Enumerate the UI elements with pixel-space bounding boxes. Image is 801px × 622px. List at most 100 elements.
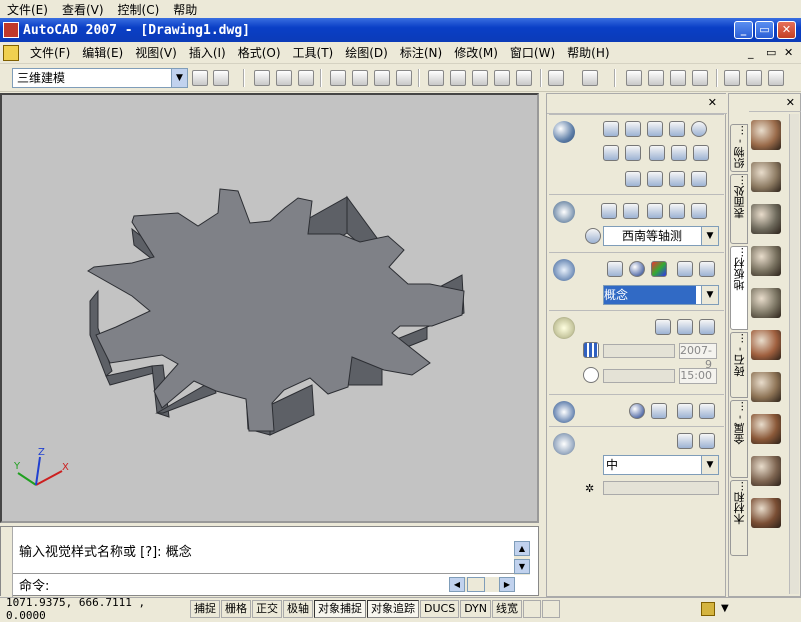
camera-icon[interactable] <box>669 203 685 219</box>
tab-woods[interactable]: 木材和... <box>730 480 748 556</box>
wireframe-2d-icon[interactable] <box>607 261 623 277</box>
menu-item-modify[interactable]: 修改(M) <box>448 44 504 61</box>
zoom-window-icon[interactable] <box>670 70 686 86</box>
command-horizontal-scrollbar[interactable]: ◀ ▶ <box>449 577 515 592</box>
otrack-toggle[interactable]: 对象追踪 <box>367 599 419 618</box>
conceptual-icon[interactable] <box>651 261 667 277</box>
osnap-toggle[interactable]: 对象捕捉 <box>314 599 366 618</box>
doc-restore-icon[interactable]: ▭ <box>766 46 776 59</box>
match-properties-icon[interactable] <box>494 70 510 86</box>
sweep-icon[interactable] <box>693 145 709 161</box>
palette-header[interactable]: ✕ <box>749 94 801 112</box>
materials-window-icon[interactable] <box>677 403 693 419</box>
scroll-right-icon[interactable]: ▶ <box>499 577 515 592</box>
chevron-down-icon[interactable]: ▼ <box>701 286 718 304</box>
tab-masonry[interactable]: 砖石 - ... <box>730 332 748 398</box>
layout-icon[interactable] <box>542 599 561 618</box>
box-icon[interactable] <box>603 121 619 137</box>
menu-item-insert[interactable]: 插入(I) <box>183 44 232 61</box>
date-value[interactable]: 2007-9 <box>679 343 717 371</box>
palette-scrollbar[interactable] <box>789 114 799 594</box>
minimize-button[interactable]: _ <box>734 21 753 39</box>
chevron-down-icon[interactable]: ▼ <box>701 456 718 474</box>
menu-file[interactable]: 文件(E) <box>0 1 55 18</box>
3d-rotate-icon[interactable] <box>625 145 641 161</box>
undo-icon[interactable] <box>548 70 564 86</box>
material-swatch[interactable] <box>751 330 781 360</box>
union-icon[interactable] <box>647 171 663 187</box>
ducs-toggle[interactable]: DUCS <box>420 599 460 618</box>
menu-view[interactable]: 查看(V) <box>55 1 111 18</box>
lineweight-toggle[interactable]: 线宽 <box>492 599 523 618</box>
cylinder-icon[interactable] <box>625 121 641 137</box>
menu-item-format[interactable]: 格式(O) <box>232 44 287 61</box>
new-file-icon[interactable] <box>254 70 270 86</box>
3d-move-icon[interactable] <box>603 145 619 161</box>
subtract-icon[interactable] <box>669 171 685 187</box>
model-space-icon[interactable] <box>523 599 542 618</box>
tab-flooring[interactable]: 地板材... <box>730 246 748 330</box>
cut-icon[interactable] <box>428 70 444 86</box>
publish-web-icon[interactable] <box>396 70 412 86</box>
tab-fabric[interactable]: 织物 - ... <box>730 124 748 172</box>
sun-properties-icon[interactable] <box>699 319 715 335</box>
tab-metals[interactable]: 金属 - ... <box>730 400 748 478</box>
doc-close-icon[interactable]: ✕ <box>784 46 793 59</box>
polar-toggle[interactable]: 极轴 <box>283 599 313 618</box>
menu-item-view[interactable]: 视图(V) <box>129 44 183 61</box>
render-slider[interactable] <box>603 481 719 495</box>
workspace-select[interactable]: 三维建模 ▼ <box>12 68 188 88</box>
block-editor-icon[interactable] <box>516 70 532 86</box>
light-icon[interactable] <box>553 317 575 339</box>
menu-item-tools[interactable]: 工具(T) <box>287 44 340 61</box>
status-menu-arrow-icon[interactable]: ▼ <box>721 603 729 614</box>
visual-style-select[interactable]: 概念 ▼ <box>603 285 719 305</box>
scroll-down-icon[interactable]: ▼ <box>514 559 530 574</box>
time-value[interactable]: 15:00 <box>679 368 717 384</box>
maximize-button[interactable]: ▭ <box>755 21 774 39</box>
navigation-icon[interactable] <box>553 201 575 223</box>
sphere-icon[interactable] <box>691 121 707 137</box>
ortho-toggle[interactable]: 正交 <box>252 599 282 618</box>
document-icon[interactable] <box>3 44 19 61</box>
material-swatch[interactable] <box>751 372 781 402</box>
render-icon[interactable] <box>553 433 575 455</box>
tab-surface-finishes[interactable]: 表面处... <box>730 174 748 244</box>
menu-item-window[interactable]: 窗口(W) <box>504 44 561 61</box>
lock-icon[interactable] <box>701 601 716 616</box>
render-window-icon[interactable] <box>699 433 715 449</box>
pan-icon[interactable] <box>626 70 642 86</box>
autocad-app-icon[interactable] <box>3 22 19 38</box>
material-swatch[interactable] <box>751 498 781 528</box>
material-attach-icon[interactable] <box>699 403 715 419</box>
presspull-icon[interactable] <box>671 145 687 161</box>
menu-item-help[interactable]: 帮助(H) <box>561 44 615 61</box>
wedge-icon[interactable] <box>647 121 663 137</box>
material-swatch[interactable] <box>751 204 781 234</box>
menu-help[interactable]: 帮助 <box>166 1 204 18</box>
dashboard-header[interactable]: ✕ <box>547 94 727 114</box>
3d-zoom-icon[interactable] <box>623 203 639 219</box>
chevron-down-icon[interactable]: ▼ <box>701 227 718 245</box>
menu-item-dimension[interactable]: 标注(N) <box>394 44 448 61</box>
point-light-icon[interactable] <box>677 319 693 335</box>
scroll-left-icon[interactable]: ◀ <box>449 577 465 592</box>
command-vertical-scrollbar[interactable]: ▲ ▼ <box>514 541 530 575</box>
scroll-up-icon[interactable]: ▲ <box>514 541 530 556</box>
walk-icon[interactable] <box>691 203 707 219</box>
material-swatch[interactable] <box>751 414 781 444</box>
save-icon[interactable] <box>298 70 314 86</box>
chevron-down-icon[interactable]: ▼ <box>171 69 187 87</box>
view-select[interactable]: 西南等轴测 ▼ <box>603 226 719 246</box>
zoom-realtime-icon[interactable] <box>648 70 664 86</box>
menu-item-file[interactable]: 文件(F) <box>24 44 76 61</box>
material-swatch[interactable] <box>751 120 781 150</box>
palette-close-icon[interactable]: ✕ <box>786 96 795 109</box>
menu-item-edit[interactable]: 编辑(E) <box>76 44 129 61</box>
redo-icon[interactable] <box>582 70 598 86</box>
publish-icon[interactable] <box>374 70 390 86</box>
tool-palettes-icon[interactable] <box>768 70 784 86</box>
cone-icon[interactable] <box>669 121 685 137</box>
material-swatch[interactable] <box>751 288 781 318</box>
menu-item-draw[interactable]: 绘图(D) <box>339 44 394 61</box>
